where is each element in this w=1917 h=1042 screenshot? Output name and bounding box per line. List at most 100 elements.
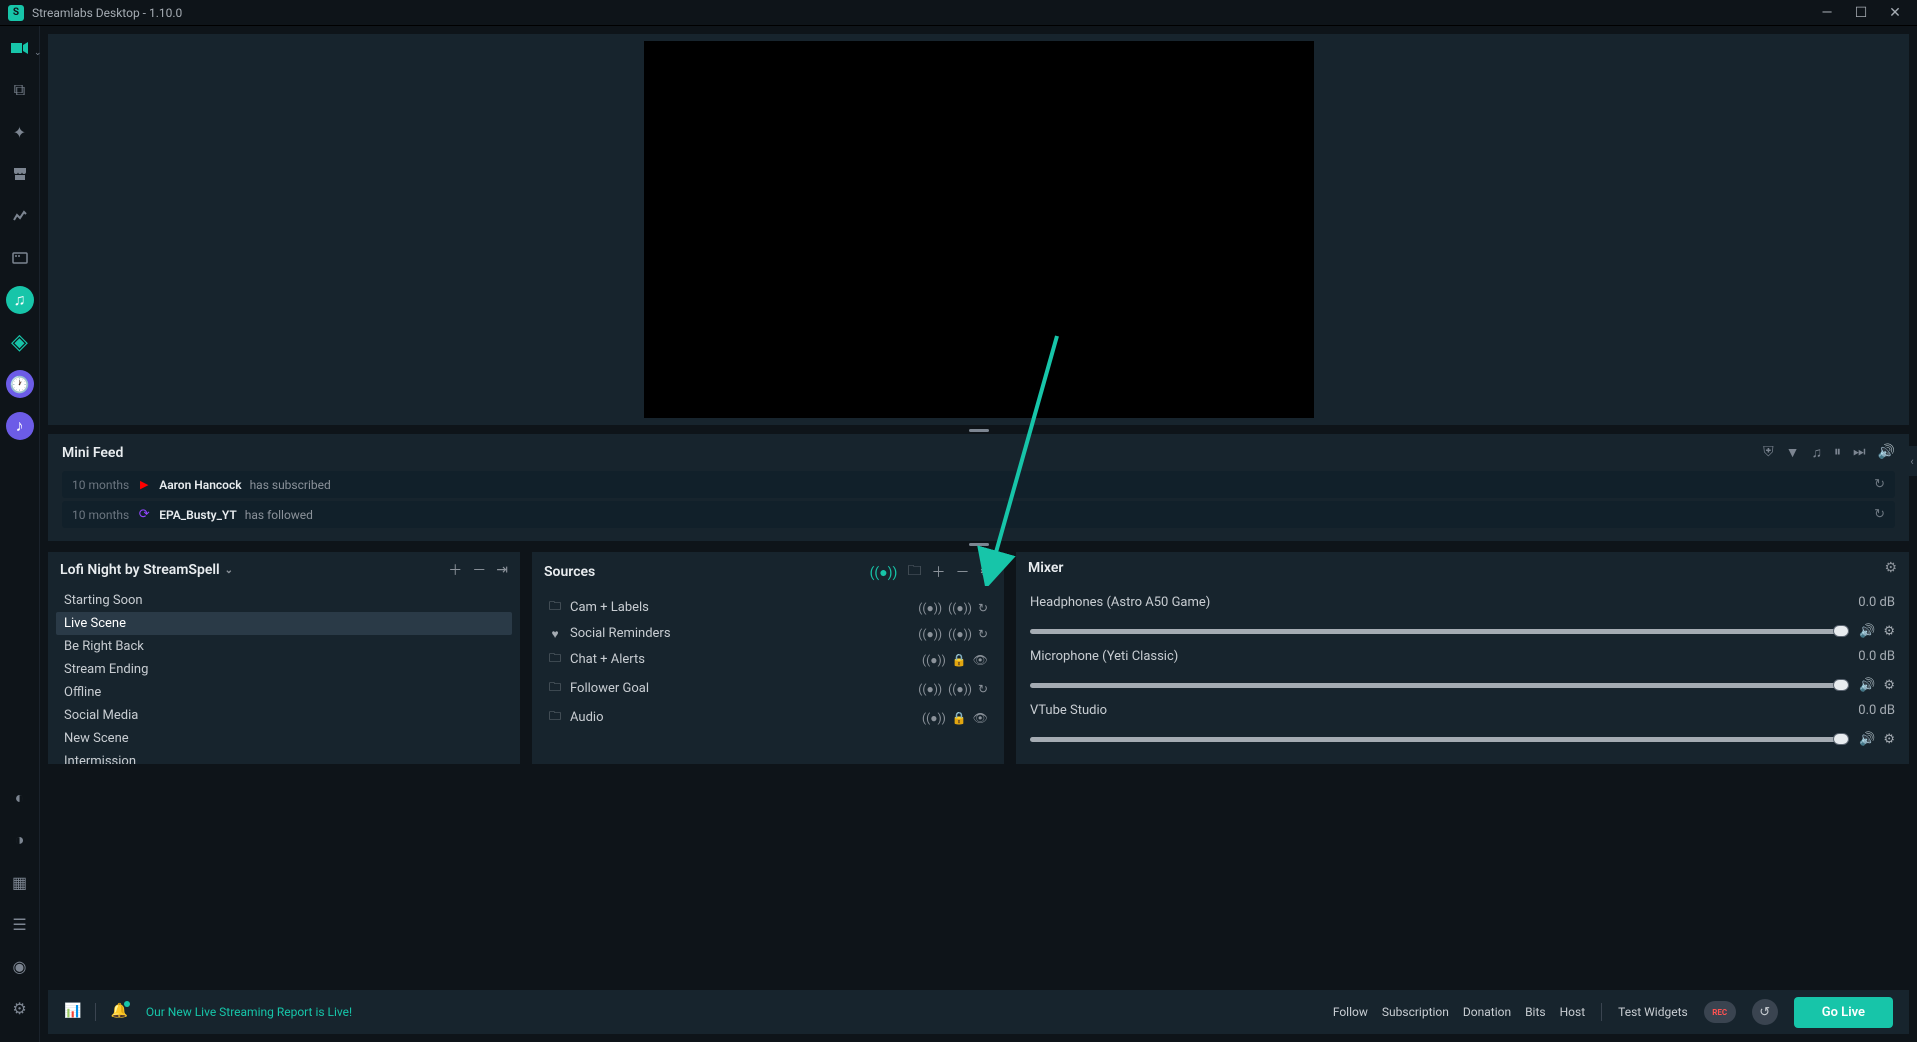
nav-app-music-icon[interactable]: ♫ [6,286,34,314]
add-folder-button[interactable]: 🗀 [907,560,921,584]
mixer-source-name: Headphones (Astro A50 Game) [1030,595,1210,610]
refresh-icon[interactable]: ↻ [978,682,988,696]
mixer-settings-icon[interactable]: ⚙ [1883,678,1895,693]
broadcast-icon[interactable]: ((●)) [948,682,972,696]
feed-replay-icon[interactable]: ↻ [1874,507,1885,522]
mixer-settings-button[interactable]: ⚙ [1884,560,1897,576]
nav-analytics-icon[interactable] [6,202,34,230]
broadcast-icon[interactable]: ((●)) [918,682,942,696]
remove-source-button[interactable]: － [955,562,969,582]
app-title: Streamlabs Desktop - 1.10.0 [32,6,182,20]
minifeed-filter-icon[interactable]: ▼ [1786,444,1800,461]
add-source-button[interactable]: ＋ [931,562,945,582]
preview-canvas[interactable] [48,34,1909,425]
minifeed-music-icon[interactable]: ♫ [1811,444,1822,461]
event-host[interactable]: Host [1560,1005,1586,1019]
nav-bars-icon[interactable]: ☰ [6,910,34,938]
event-follow[interactable]: Follow [1333,1005,1368,1019]
add-scene-button[interactable]: ＋ [448,560,462,580]
mixer-volume-slider[interactable] [1030,737,1849,742]
eye-icon[interactable]: 👁 [973,653,988,667]
lock-icon[interactable]: 🔒 [952,711,967,725]
minifeed-skip-icon[interactable]: ⏭ [1853,444,1866,461]
minifeed-shield-icon[interactable]: ⛨ [1763,444,1774,461]
mixer-mute-icon[interactable]: 🔊 [1859,678,1875,693]
nav-store-icon[interactable] [6,160,34,188]
nav-magic-icon[interactable]: ✦ [6,118,34,146]
titlebar: S Streamlabs Desktop - 1.10.0 — ☐ ✕ [0,0,1917,26]
feed-row[interactable]: 10 months ▶ Aaron Hancock has subscribed… [62,471,1895,498]
mixer-source-name: VTube Studio [1030,703,1107,718]
scene-item[interactable]: Intermission [56,750,512,764]
lock-icon[interactable]: 🔒 [952,653,967,667]
nav-help2-icon[interactable]: ◑ [6,826,34,854]
refresh-icon[interactable]: ↻ [978,627,988,641]
mixer-mute-icon[interactable]: 🔊 [1859,732,1875,747]
golive-button[interactable]: Go Live [1794,997,1893,1028]
transition-scene-button[interactable]: ⇥ [496,562,508,578]
source-name: Follower Goal [570,681,649,696]
broadcast-icon[interactable]: ((●)) [948,601,972,615]
metrics-icon[interactable]: 📊 [64,1003,81,1021]
nav-help1-icon[interactable]: ◐ [6,784,34,812]
feed-row[interactable]: 10 months ⟳ EPA_Busty_YT has followed ↻ [62,501,1895,528]
broadcast-icon[interactable]: ((●)) [918,601,942,615]
mixer-settings-icon[interactable]: ⚙ [1883,732,1895,747]
feed-user: EPA_Busty_YT [159,508,237,522]
source-item[interactable]: 🗀 Cam + Labels ((●))((●))↻ [540,593,996,622]
source-item[interactable]: ♥ Social Reminders ((●))((●))↻ [540,622,996,645]
splitter-handle[interactable] [969,429,989,432]
nav-grid-icon[interactable]: ▦ [6,868,34,896]
event-bits[interactable]: Bits [1525,1005,1546,1019]
remove-scene-button[interactable]: － [472,560,486,580]
source-item[interactable]: 🗀 Chat + Alerts ((●))🔒👁 [540,645,996,674]
nav-highlighter-icon[interactable] [6,244,34,272]
minifeed-pause-icon[interactable]: ⏸ [1834,444,1841,461]
notifications-icon[interactable]: 🔔 [110,1003,127,1021]
refresh-icon[interactable]: ↻ [978,601,988,615]
mixer-volume-slider[interactable] [1030,683,1849,688]
minimize-button[interactable]: — [1813,3,1841,23]
broadcast-icon[interactable]: ((●)) [922,711,946,725]
broadcast-icon[interactable]: ((●)) [918,627,942,641]
scene-item[interactable]: Live Scene [56,612,512,635]
nav-app-diamond-icon[interactable]: ◈ [6,328,34,356]
sources-broadcast-icon[interactable]: ((●)) [870,564,898,581]
close-button[interactable]: ✕ [1881,3,1909,23]
feed-action: has followed [245,508,313,522]
expand-tab-button[interactable]: ‹ [1907,446,1917,476]
nav-settings-icon[interactable]: ⚙ [6,994,34,1022]
nav-app-clock-icon[interactable]: 🕐 [6,370,34,398]
news-link[interactable]: Our New Live Streaming Report is Live! [146,1005,352,1019]
scene-item[interactable]: Offline [56,681,512,704]
scene-collection-name[interactable]: Lofi Night by StreamSpell⌄ [60,562,233,578]
mixer-volume-slider[interactable] [1030,629,1849,634]
test-widgets-button[interactable]: Test Widgets [1618,1005,1688,1019]
record-button[interactable]: REC [1704,1001,1736,1023]
broadcast-icon[interactable]: ((●)) [922,653,946,667]
scene-item[interactable]: New Scene [56,727,512,750]
source-settings-button[interactable]: ⚙ [979,564,992,580]
broadcast-icon[interactable]: ((●)) [948,627,972,641]
nav-layouts-icon[interactable]: ⧉ [6,76,34,104]
splitter-handle-2[interactable] [969,543,989,546]
nav-app-note-icon[interactable]: ♪ [6,412,34,440]
scene-item[interactable]: Stream Ending [56,658,512,681]
event-subscription[interactable]: Subscription [1382,1005,1449,1019]
eye-icon[interactable]: 👁 [973,711,988,725]
source-item[interactable]: 🗀 Audio ((●))🔒👁 [540,703,996,732]
source-name: Social Reminders [570,626,671,641]
mixer-mute-icon[interactable]: 🔊 [1859,624,1875,639]
source-item[interactable]: 🗀 Follower Goal ((●))((●))↻ [540,674,996,703]
scene-item[interactable]: Be Right Back [56,635,512,658]
mixer-settings-icon[interactable]: ⚙ [1883,624,1895,639]
replay-button[interactable]: ↺ [1752,999,1778,1025]
nav-globe-icon[interactable]: ◉ [6,952,34,980]
nav-editor-icon[interactable]: ⌄ [6,34,34,62]
scene-item[interactable]: Social Media [56,704,512,727]
feed-replay-icon[interactable]: ↻ [1874,477,1885,492]
maximize-button[interactable]: ☐ [1847,3,1875,23]
event-donation[interactable]: Donation [1463,1005,1511,1019]
minifeed-sound-icon[interactable]: 🔊 [1878,444,1895,461]
scene-item[interactable]: Starting Soon [56,589,512,612]
